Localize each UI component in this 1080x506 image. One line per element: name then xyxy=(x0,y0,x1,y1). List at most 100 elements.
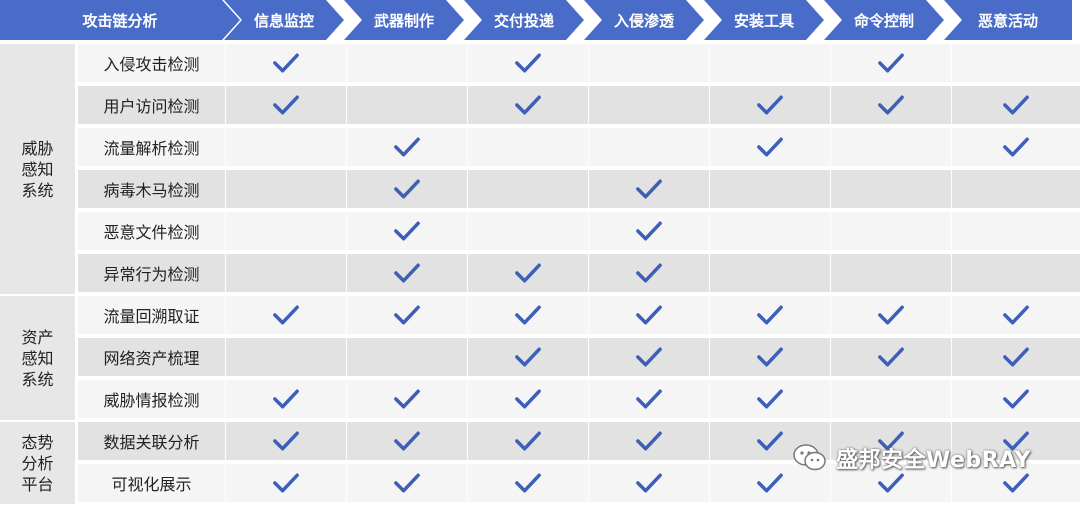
matrix-cell xyxy=(709,170,830,210)
header-stage-7: 恶意活动 xyxy=(944,0,1072,40)
row-label: 用户访问检测 xyxy=(103,97,200,116)
row-label-cell: 用户访问检测 xyxy=(77,86,225,126)
matrix-cell xyxy=(588,170,709,210)
checkmark-icon xyxy=(394,179,420,199)
checkmark-icon xyxy=(878,347,904,367)
group-label-1: 威胁感知系统 xyxy=(0,44,75,296)
checkmark-icon xyxy=(757,305,783,325)
matrix-cell xyxy=(709,44,830,84)
row-label: 异常行为检测 xyxy=(103,265,200,284)
matrix-cell xyxy=(830,338,951,378)
matrix-cell xyxy=(346,422,467,462)
checkmark-icon xyxy=(757,473,783,493)
matrix-cell xyxy=(830,128,951,168)
matrix-cell xyxy=(467,128,588,168)
checkmark-icon xyxy=(273,95,299,115)
watermark: 盛邦安全WebRAY xyxy=(792,440,1031,476)
header-stage-1: 信息监控 xyxy=(224,0,344,40)
row-label: 恶意文件检测 xyxy=(103,223,200,242)
checkmark-icon xyxy=(273,53,299,73)
header-stage-2: 武器制作 xyxy=(344,0,464,40)
checkmark-icon xyxy=(515,431,541,451)
matrix-cell xyxy=(346,170,467,210)
checkmark-icon xyxy=(1003,137,1029,157)
row-label: 病毒木马检测 xyxy=(103,181,200,200)
matrix-cell xyxy=(709,254,830,294)
checkmark-icon xyxy=(1003,305,1029,325)
matrix-cell xyxy=(830,254,951,294)
checkmark-icon xyxy=(273,431,299,451)
checkmark-icon xyxy=(515,53,541,73)
row-label: 数据关联分析 xyxy=(103,433,200,452)
group-label-text: 威胁感知系统 xyxy=(21,138,54,200)
matrix-cell xyxy=(467,44,588,84)
matrix-cell xyxy=(588,44,709,84)
wechat-icon xyxy=(793,444,826,471)
checkmark-icon xyxy=(878,95,904,115)
header-stage-3: 交付投递 xyxy=(464,0,584,40)
row-label-cell: 入侵攻击检测 xyxy=(77,44,225,84)
checkmark-icon xyxy=(636,305,662,325)
row-label-cell: 数据关联分析 xyxy=(77,422,225,462)
checkmark-icon xyxy=(636,347,662,367)
matrix-cell xyxy=(467,422,588,462)
header-corner-label: 攻击链分析 xyxy=(0,0,240,40)
row-label: 流量解析检测 xyxy=(103,139,200,158)
checkmark-icon xyxy=(757,431,783,451)
matrix-cell xyxy=(346,296,467,336)
matrix-cell xyxy=(830,380,951,420)
matrix-cell xyxy=(225,170,346,210)
matrix-cell xyxy=(588,380,709,420)
matrix-cell xyxy=(467,170,588,210)
group-label-text: 资产感知系统 xyxy=(21,327,54,389)
matrix-cell xyxy=(346,212,467,252)
checkmark-icon xyxy=(515,347,541,367)
checkmark-icon xyxy=(636,221,662,241)
checkmark-icon xyxy=(273,389,299,409)
matrix-cell xyxy=(467,254,588,294)
row-label-cell: 病毒木马检测 xyxy=(77,170,225,210)
checkmark-icon xyxy=(757,347,783,367)
matrix-cell xyxy=(588,464,709,504)
matrix-cell xyxy=(225,422,346,462)
matrix-cell xyxy=(467,380,588,420)
matrix-cell xyxy=(951,296,1080,336)
matrix-cell xyxy=(225,296,346,336)
matrix-cell xyxy=(346,254,467,294)
checkmark-icon xyxy=(515,263,541,283)
table-row: 入侵攻击检测 xyxy=(77,44,1080,84)
matrix-cell xyxy=(709,338,830,378)
table-row: 用户访问检测 xyxy=(77,86,1080,126)
checkmark-icon xyxy=(878,53,904,73)
checkmark-icon xyxy=(515,305,541,325)
row-label-cell: 网络资产梳理 xyxy=(77,338,225,378)
matrix-cell xyxy=(951,212,1080,252)
matrix-cell xyxy=(588,212,709,252)
matrix-cell xyxy=(709,128,830,168)
kill-chain-header: 攻击链分析 信息监控 武器制作 交付投递 入侵渗透 安装工具 命令控制 恶意活动 xyxy=(0,0,1080,40)
checkmark-icon xyxy=(394,263,420,283)
matrix-cell xyxy=(225,128,346,168)
matrix-cell xyxy=(346,464,467,504)
matrix-cell xyxy=(346,44,467,84)
checkmark-icon xyxy=(1003,389,1029,409)
matrix-cell xyxy=(709,86,830,126)
matrix-cell xyxy=(951,128,1080,168)
table-row: 威胁情报检测 xyxy=(77,380,1080,420)
matrix-cell xyxy=(951,44,1080,84)
matrix-cell xyxy=(951,380,1080,420)
group-label-2: 资产感知系统 xyxy=(0,296,75,422)
checkmark-icon xyxy=(1003,95,1029,115)
table-row: 恶意文件检测 xyxy=(77,212,1080,252)
header-stage-6: 命令控制 xyxy=(824,0,944,40)
matrix-cell xyxy=(709,380,830,420)
checkmark-icon xyxy=(757,137,783,157)
checkmark-icon xyxy=(636,389,662,409)
checkmark-icon xyxy=(636,263,662,283)
matrix-cell xyxy=(709,212,830,252)
matrix-cell xyxy=(588,128,709,168)
matrix-cell xyxy=(225,380,346,420)
table-row: 流量解析检测 xyxy=(77,128,1080,168)
checkmark-icon xyxy=(757,95,783,115)
table-row: 流量回溯取证 xyxy=(77,296,1080,336)
